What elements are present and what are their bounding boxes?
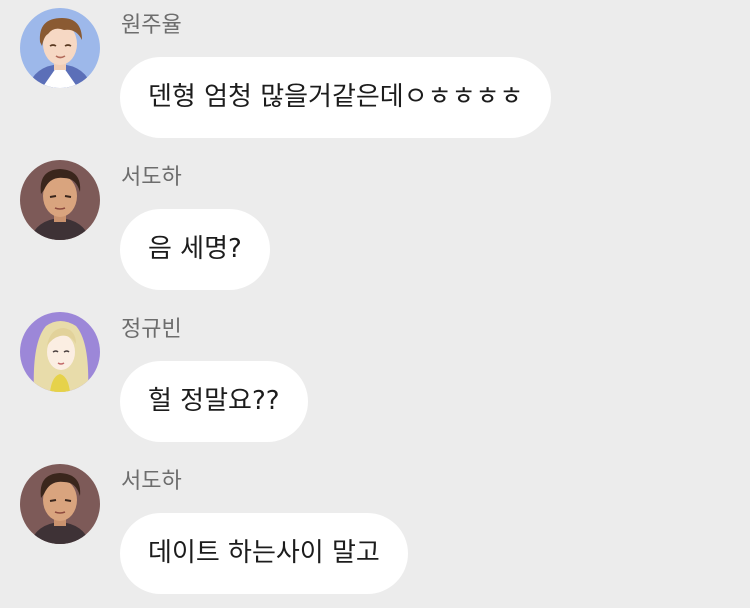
chat-message-list: 원주율 덴형 엄청 많을거같은데ㅇㅎㅎㅎㅎ 서도하 음 세명? 정규빈 헐 정말… xyxy=(0,0,750,603)
message-bubble[interactable]: 음 세명? xyxy=(120,209,270,290)
chat-message: 서도하 데이트 하는사이 말고 xyxy=(0,456,750,608)
chat-message: 원주율 덴형 엄청 많을거같은데ㅇㅎㅎㅎㅎ xyxy=(0,0,750,152)
female-curly-blonde-hair-avatar[interactable] xyxy=(20,312,100,392)
male-dark-hair-avatar[interactable] xyxy=(20,160,100,240)
message-bubble[interactable]: 덴형 엄청 많을거같은데ㅇㅎㅎㅎㅎ xyxy=(120,57,552,138)
male-light-brown-hair-avatar[interactable] xyxy=(20,8,100,88)
sender-name: 서도하 xyxy=(121,165,182,190)
message-bubble[interactable]: 데이트 하는사이 말고 xyxy=(120,513,408,594)
male-dark-hair-avatar[interactable] xyxy=(20,464,100,544)
sender-name: 원주율 xyxy=(121,13,182,38)
message-bubble[interactable]: 헐 정말요?? xyxy=(120,361,308,442)
chat-message: 정규빈 헐 정말요?? xyxy=(0,304,750,456)
sender-name: 서도하 xyxy=(121,469,182,494)
chat-message: 서도하 음 세명? xyxy=(0,152,750,304)
sender-name: 정규빈 xyxy=(121,317,182,342)
